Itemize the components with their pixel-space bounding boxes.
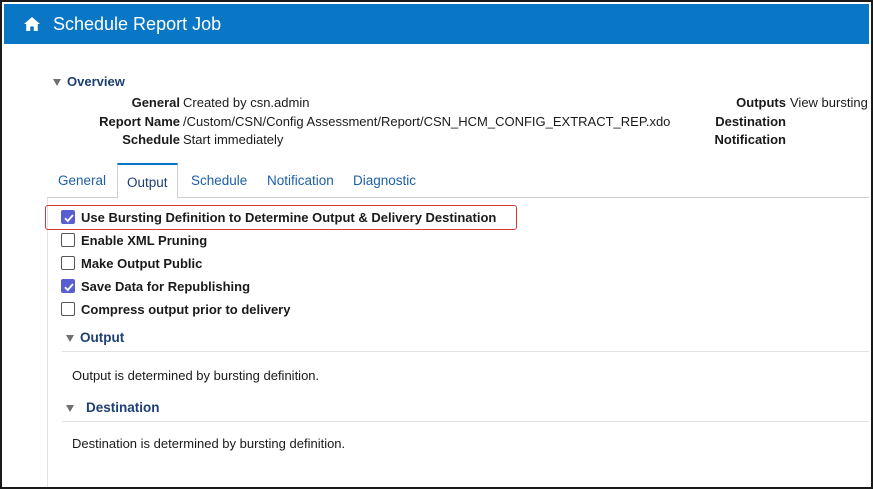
checkbox-unchecked-icon[interactable] <box>61 233 75 247</box>
title-bar: Schedule Report Job <box>4 4 869 44</box>
option-label: Make Output Public <box>81 255 203 271</box>
option-label: Enable XML Pruning <box>81 232 208 248</box>
destination-section-toggle[interactable]: Destination <box>66 400 160 415</box>
overview-destination-label: Destination <box>715 114 786 129</box>
destination-section-divider <box>62 421 869 422</box>
collapse-triangle-icon <box>66 334 74 342</box>
overview-outputs-label: Outputs <box>736 95 786 110</box>
destination-section-text: Destination is determined by bursting de… <box>72 436 346 451</box>
option-label: Compress output prior to delivery <box>81 301 291 317</box>
output-section-heading: Output <box>80 330 125 345</box>
collapse-triangle-icon <box>53 79 61 87</box>
overview-toggle[interactable]: Overview <box>53 74 125 89</box>
tab-general[interactable]: General <box>58 163 106 198</box>
overview-report-name-label: Report Name <box>99 114 180 129</box>
option-compress-output[interactable]: Compress output prior to delivery <box>61 300 290 318</box>
overview-outputs-value[interactable]: View bursting <box>790 95 868 110</box>
option-label: Use Bursting Definition to Determine Out… <box>81 209 497 225</box>
destination-section-heading: Destination <box>86 400 160 415</box>
collapse-triangle-icon <box>66 404 74 412</box>
overview-notification-label: Notification <box>714 132 787 147</box>
home-icon[interactable] <box>23 15 41 33</box>
checkbox-unchecked-icon[interactable] <box>61 302 75 316</box>
overview-report-name-value: /Custom/CSN/Config Assessment/Report/CSN… <box>183 114 671 129</box>
overview-schedule-label: Schedule <box>122 132 180 147</box>
option-use-bursting[interactable]: Use Bursting Definition to Determine Out… <box>61 208 496 226</box>
overview-schedule-value: Start immediately <box>183 132 284 147</box>
overview-general-label: General <box>131 95 180 110</box>
tab-schedule[interactable]: Schedule <box>191 163 247 198</box>
output-section-divider <box>62 351 869 352</box>
page-title: Schedule Report Job <box>53 14 222 34</box>
option-make-output-public[interactable]: Make Output Public <box>61 254 202 272</box>
checkbox-checked-icon[interactable] <box>61 279 75 293</box>
option-save-data-republishing[interactable]: Save Data for Republishing <box>61 277 250 295</box>
tab-bar: General Output Schedule Notification Dia… <box>47 163 869 199</box>
panel-left-border <box>47 198 48 487</box>
tab-notification[interactable]: Notification <box>267 163 334 198</box>
checkbox-unchecked-icon[interactable] <box>61 256 75 270</box>
option-label: Save Data for Republishing <box>81 278 251 294</box>
tab-diagnostic[interactable]: Diagnostic <box>353 163 416 198</box>
output-section-text: Output is determined by bursting definit… <box>72 368 320 383</box>
checkbox-checked-icon[interactable] <box>61 210 75 224</box>
option-enable-xml-pruning[interactable]: Enable XML Pruning <box>61 231 207 249</box>
overview-general-value: Created by csn.admin <box>183 95 310 110</box>
overview-heading: Overview <box>67 74 125 89</box>
tab-output[interactable]: Output <box>117 163 178 199</box>
output-section-toggle[interactable]: Output <box>66 330 124 345</box>
